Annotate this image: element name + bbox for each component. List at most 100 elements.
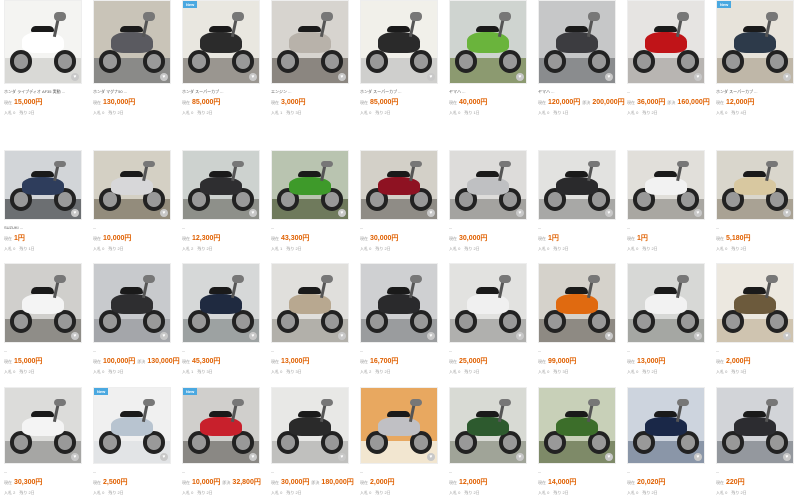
listing-thumbnail[interactable]: ♥ (538, 150, 616, 220)
watchlist-heart-icon[interactable]: ♥ (249, 332, 257, 340)
listing-thumbnail[interactable]: ♥ (449, 0, 527, 84)
listing-title[interactable]: ... (449, 348, 529, 353)
listing-card[interactable]: ♥ ... 現在 12,300円 入札 2 残り 2日 (182, 150, 271, 263)
listing-thumbnail[interactable]: ♥ (4, 387, 82, 464)
watchlist-heart-icon[interactable]: ♥ (605, 453, 613, 461)
listing-title[interactable]: ... (93, 225, 173, 230)
listing-title[interactable]: ... (627, 89, 707, 94)
watchlist-heart-icon[interactable]: ♥ (427, 73, 435, 81)
listing-thumbnail[interactable]: ♥ (93, 263, 171, 343)
watchlist-heart-icon[interactable]: ♥ (71, 73, 79, 81)
watchlist-heart-icon[interactable]: ♥ (605, 73, 613, 81)
listing-thumbnail[interactable]: ♥ (4, 263, 82, 343)
listing-card[interactable]: ♥ ... 現在 13,000円 入札 0 残り 3日 (271, 263, 360, 387)
listing-card[interactable]: ♥ ... 現在 20,020円 入札 0 残り 2日 (627, 387, 716, 500)
listing-card[interactable]: ♥ ... 現在 43,300円 入札 1 残り 2日 (271, 150, 360, 263)
listing-title[interactable]: ... (360, 469, 440, 474)
listing-card[interactable]: ♥ ... 現在 100,000円 即決 130,000円 入札 0 残り 2日 (93, 263, 182, 387)
listing-card[interactable]: ♥ ... 現在 30,000円 入札 0 残り 2日 (449, 150, 538, 263)
listing-thumbnail[interactable]: New ♥ (93, 387, 171, 464)
watchlist-heart-icon[interactable]: ♥ (783, 73, 791, 81)
listing-thumbnail[interactable]: ♥ (271, 263, 349, 343)
watchlist-heart-icon[interactable]: ♥ (605, 332, 613, 340)
listing-title[interactable]: ... (716, 225, 796, 230)
listing-thumbnail[interactable]: ♥ (360, 0, 438, 84)
listing-thumbnail[interactable]: ♥ (716, 263, 794, 343)
watchlist-heart-icon[interactable]: ♥ (783, 332, 791, 340)
listing-title[interactable]: ... (716, 469, 796, 474)
listing-title[interactable]: ... (627, 348, 707, 353)
listing-card[interactable]: ♥ ... 現在 30,300円 入札 2 残り 2日 (4, 387, 93, 500)
listing-card[interactable]: ♥ SUZUKI ... 現在 1円 入札 0 残り 1日 (4, 150, 93, 263)
listing-thumbnail[interactable]: ♥ (449, 387, 527, 464)
watchlist-heart-icon[interactable]: ♥ (694, 73, 702, 81)
listing-title[interactable]: ... (271, 348, 351, 353)
listing-thumbnail[interactable]: ♥ (360, 387, 438, 464)
listing-title[interactable]: ... (4, 469, 84, 474)
listing-thumbnail[interactable]: ♥ (93, 0, 171, 84)
watchlist-heart-icon[interactable]: ♥ (160, 453, 168, 461)
listing-card[interactable]: New ♥ ... 現在 10,000円 即決 32,800円 入札 0 残り … (182, 387, 271, 500)
listing-title[interactable]: ホンダ スーパーカブ ... (360, 89, 440, 94)
listing-thumbnail[interactable]: ♥ (627, 387, 705, 464)
listing-title[interactable]: ホンダ マグナ50 ... (93, 89, 173, 94)
listing-thumbnail[interactable]: ♥ (271, 0, 349, 84)
listing-title[interactable]: ... (538, 348, 618, 353)
watchlist-heart-icon[interactable]: ♥ (516, 73, 524, 81)
watchlist-heart-icon[interactable]: ♥ (71, 209, 79, 217)
listing-title[interactable]: ... (93, 348, 173, 353)
listing-thumbnail[interactable]: ♥ (4, 0, 82, 84)
listing-title[interactable]: ... (538, 469, 618, 474)
listing-card[interactable]: New ♥ ホンダ スーパーカブ ... 現在 85,000円 入札 0 残り … (182, 0, 271, 150)
watchlist-heart-icon[interactable]: ♥ (694, 332, 702, 340)
listing-thumbnail[interactable]: ♥ (271, 150, 349, 220)
listing-thumbnail[interactable]: ♥ (360, 263, 438, 343)
listing-card[interactable]: ♥ ... 現在 30,000円 即決 180,000円 入札 0 残り 2日 (271, 387, 360, 500)
listing-title[interactable]: ... (360, 225, 440, 230)
listing-thumbnail[interactable]: ♥ (93, 150, 171, 220)
watchlist-heart-icon[interactable]: ♥ (71, 453, 79, 461)
listing-card[interactable]: ♥ ホンダ スーパーカブ ... 現在 85,000円 入札 0 残り 2日 (360, 0, 449, 150)
listing-card[interactable]: ♥ ヤマハ ... 現在 40,000円 入札 0 残り 1日 (449, 0, 538, 150)
watchlist-heart-icon[interactable]: ♥ (427, 209, 435, 217)
watchlist-heart-icon[interactable]: ♥ (427, 332, 435, 340)
listing-thumbnail[interactable]: ♥ (538, 0, 616, 84)
listing-thumbnail[interactable]: ♥ (182, 263, 260, 343)
listing-thumbnail[interactable]: ♥ (449, 150, 527, 220)
listing-title[interactable]: ホンダ スーパーカブ ... (716, 89, 796, 94)
listing-card[interactable]: ♥ ... 現在 220円 入札 0 残り 2日 (716, 387, 800, 500)
watchlist-heart-icon[interactable]: ♥ (605, 209, 613, 217)
listing-card[interactable]: ♥ ... 現在 25,000円 入札 0 残り 2日 (449, 263, 538, 387)
watchlist-heart-icon[interactable]: ♥ (249, 209, 257, 217)
watchlist-heart-icon[interactable]: ♥ (71, 332, 79, 340)
watchlist-heart-icon[interactable]: ♥ (338, 73, 346, 81)
listing-card[interactable]: ♥ ... 現在 15,000円 入札 0 残り 2日 (4, 263, 93, 387)
listing-thumbnail[interactable]: ♥ (627, 0, 705, 84)
listing-thumbnail[interactable]: New ♥ (182, 387, 260, 464)
listing-card[interactable]: ♥ ... 現在 1円 入札 0 残り 2日 (627, 150, 716, 263)
listing-card[interactable]: ♥ ホンダ マグナ50 ... 現在 130,000円 入札 0 残り 2日 (93, 0, 182, 150)
listing-title[interactable]: ... (271, 225, 351, 230)
listing-card[interactable]: ♥ ... 現在 2,000円 入札 0 残り 3日 (716, 263, 800, 387)
listing-card[interactable]: ♥ ... 現在 5,180円 入札 0 残り 2日 (716, 150, 800, 263)
listing-card[interactable]: ♥ ... 現在 45,300円 入札 1 残り 3日 (182, 263, 271, 387)
listing-title[interactable]: ... (271, 469, 351, 474)
listing-card[interactable]: ♥ ... 現在 12,000円 入札 0 残り 2日 (449, 387, 538, 500)
listing-card[interactable]: ♥ ... 現在 30,000円 入札 0 残り 2日 (360, 150, 449, 263)
watchlist-heart-icon[interactable]: ♥ (783, 209, 791, 217)
listing-card[interactable]: ♥ ... 現在 16,700円 入札 2 残り 2日 (360, 263, 449, 387)
listing-thumbnail[interactable]: New ♥ (182, 0, 260, 84)
listing-thumbnail[interactable]: ♥ (449, 263, 527, 343)
listing-thumbnail[interactable]: ♥ (538, 263, 616, 343)
listing-card[interactable]: ♥ ホンダ ライブディオ AF35 実動 ... 現在 15,000円 入札 0… (4, 0, 93, 150)
listing-title[interactable]: エンジン ... (271, 89, 351, 94)
listing-card[interactable]: ♥ ... 現在 13,000円 入札 0 残り 2日 (627, 263, 716, 387)
listing-title[interactable]: ... (716, 348, 796, 353)
listing-thumbnail[interactable]: ♥ (716, 387, 794, 464)
watchlist-heart-icon[interactable]: ♥ (160, 332, 168, 340)
listing-card[interactable]: ♥ ... 現在 2,000円 入札 0 残り 2日 (360, 387, 449, 500)
listing-thumbnail[interactable]: New ♥ (716, 0, 794, 84)
listing-title[interactable]: ホンダ スーパーカブ ... (182, 89, 262, 94)
listing-card[interactable]: New ♥ ホンダ スーパーカブ ... 現在 12,000円 入札 0 残り … (716, 0, 800, 150)
listing-thumbnail[interactable]: ♥ (4, 150, 82, 220)
